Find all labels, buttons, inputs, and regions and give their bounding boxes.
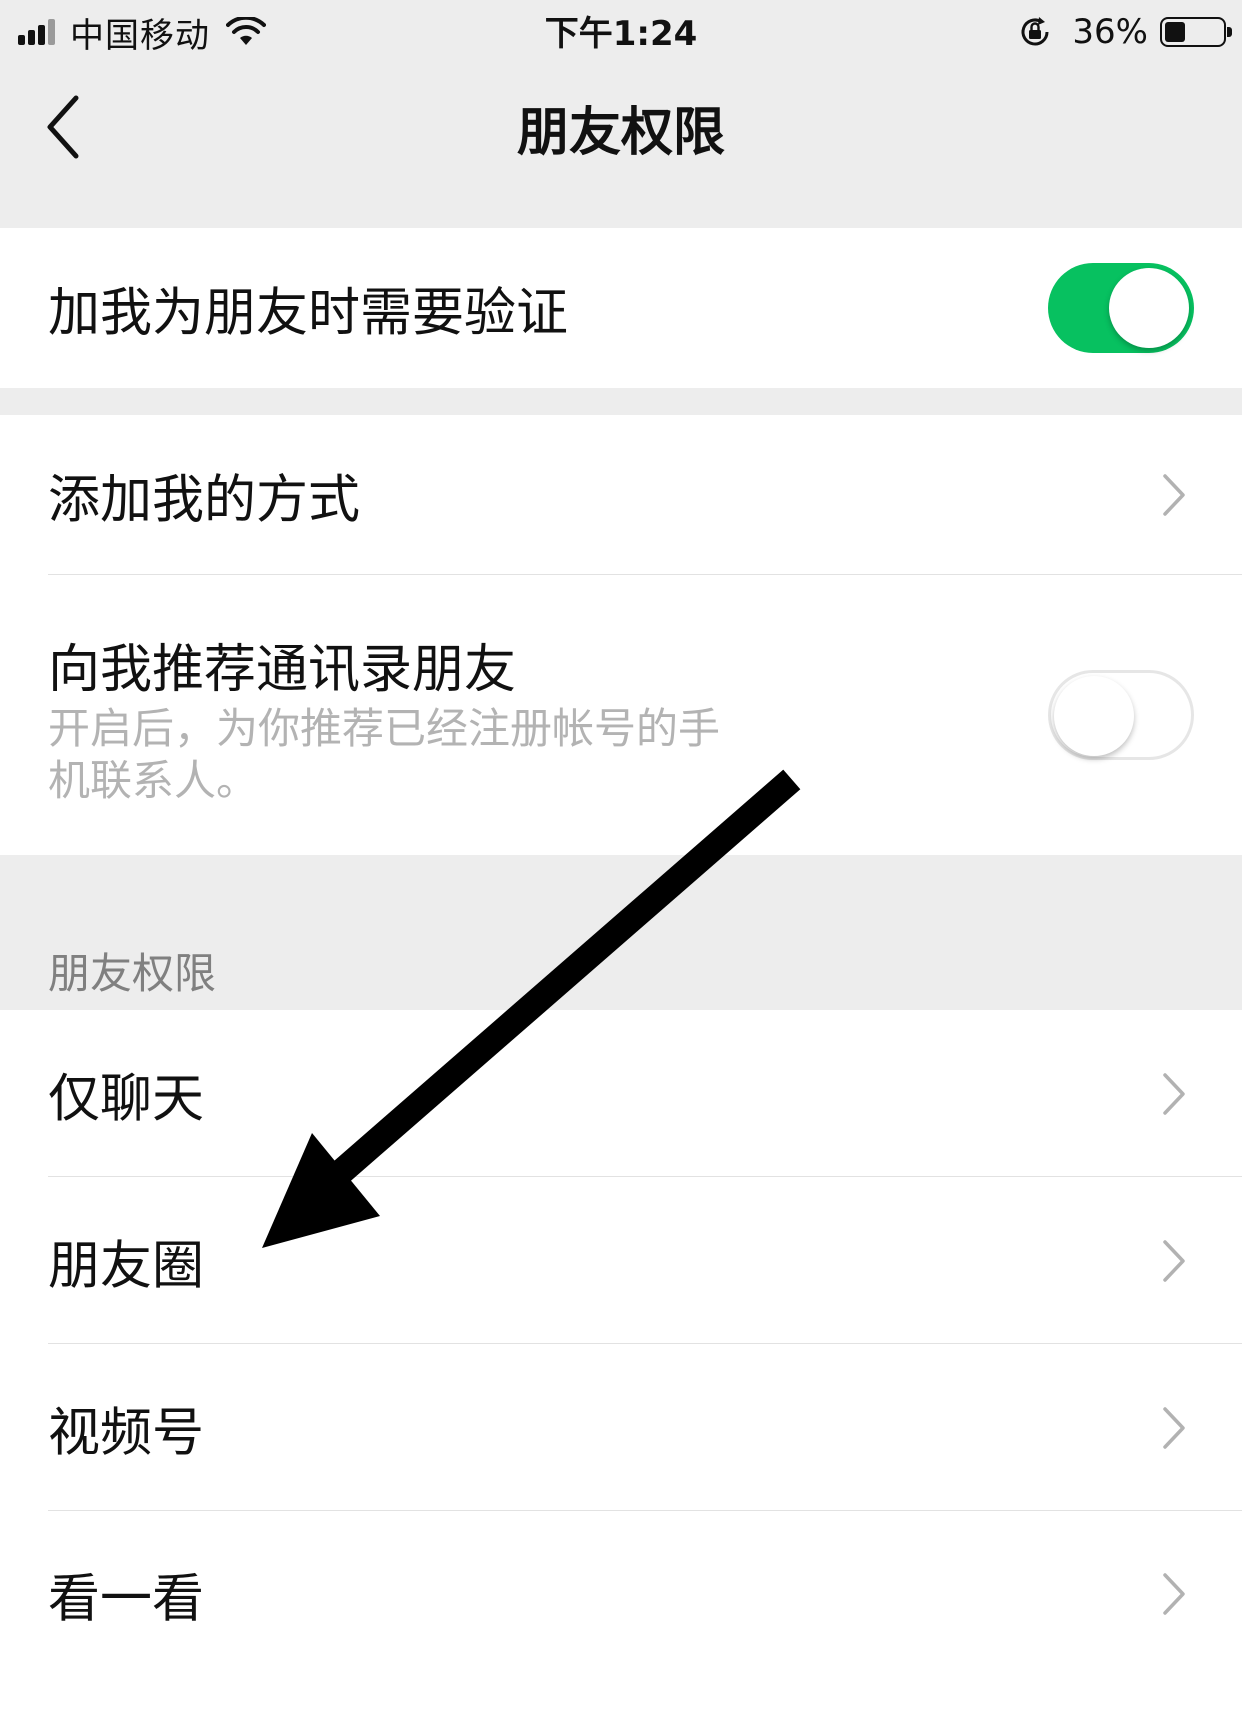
add-methods-label: 添加我的方式 [48,470,361,531]
permission-item-top-stories[interactable]: 看一看 [0,1511,1242,1711]
permission-item-channels[interactable]: 视频号 [0,1344,1242,1511]
permission-item-label: 朋友圈 [48,1236,205,1296]
verify-toggle[interactable] [1048,263,1194,353]
chevron-right-icon [1163,1573,1185,1615]
nav-bar: 朋友权限 [0,64,1242,188]
battery-level [1165,22,1185,42]
recommend-label: 向我推荐通讯录朋友 [48,640,517,700]
permissions-group: 仅聊天 朋友圈 视频号 看一看 [0,1010,1242,1711]
section-header-friend-permissions: 朋友权限 [48,949,217,998]
permission-item-moments[interactable]: 朋友圈 [0,1177,1242,1344]
add-methods-row[interactable]: 添加我的方式 [0,415,1242,575]
recommend-description: 开启后，为你推荐已经注册帐号的手机联系人。 [48,704,721,805]
page-title: 朋友权限 [516,103,725,163]
battery-icon [1160,17,1232,47]
status-right: 36% [1018,8,1232,56]
permission-item-label: 看一看 [48,1569,205,1630]
recommend-contacts-row: 向我推荐通讯录朋友 开启后，为你推荐已经注册帐号的手机联系人。 [0,575,1242,855]
chevron-right-icon [1163,1239,1185,1282]
permission-item-chat-only[interactable]: 仅聊天 [0,1010,1242,1177]
toggle-knob [1054,676,1134,756]
verify-group: 加我为朋友时需要验证 [0,228,1242,388]
contacts-group: 添加我的方式 向我推荐通讯录朋友 开启后，为你推荐已经注册帐号的手机联系人。 [0,415,1242,855]
verify-label: 加我为朋友时需要验证 [48,283,569,344]
rotation-lock-icon [1021,17,1049,46]
chevron-right-icon [1163,474,1185,516]
recommend-toggle[interactable] [1048,670,1194,760]
battery-percent: 36% [1072,12,1148,52]
chevron-right-icon [1163,1406,1185,1449]
status-bar: 中国移动 下午1:24 36% [0,0,1242,64]
chevron-right-icon [1163,1072,1185,1115]
toggle-knob [1109,268,1189,348]
permission-item-label: 视频号 [48,1403,205,1463]
permission-item-label: 仅聊天 [48,1069,205,1129]
verify-row: 加我为朋友时需要验证 [0,228,1242,388]
